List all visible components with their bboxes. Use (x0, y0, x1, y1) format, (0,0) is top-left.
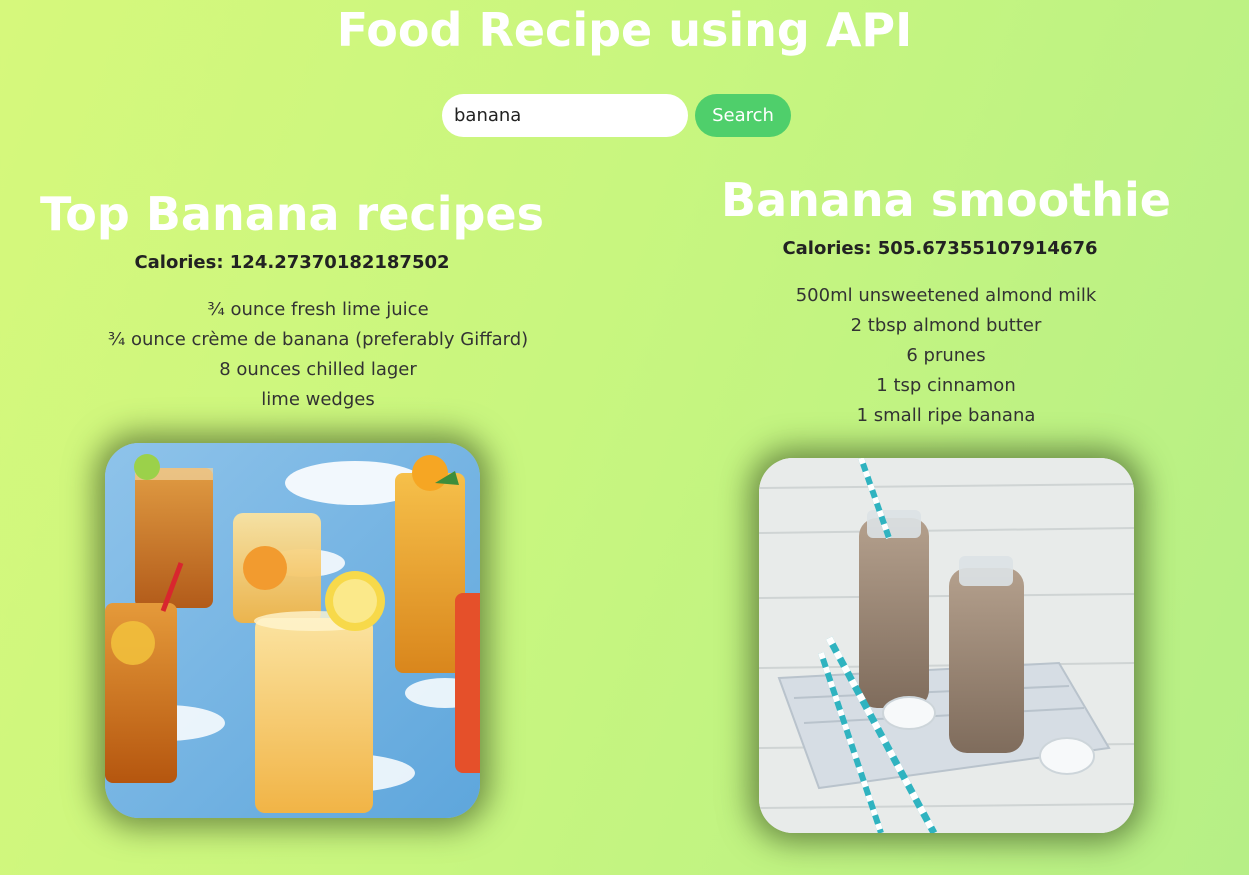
recipe-image-drinks (105, 443, 480, 818)
smoothie-bottles-photo (759, 458, 1134, 833)
recipe-image-smoothie (759, 458, 1134, 833)
search-button[interactable]: Search (695, 94, 791, 137)
search-input[interactable] (442, 94, 688, 137)
recipe-calories: Calories: 505.67355107914676 (782, 238, 1098, 259)
ingredient-item: 1 small ripe banana (856, 405, 1036, 426)
recipe-calories: Calories: 124.27370182187502 (134, 252, 450, 273)
recipe-card: Banana smoothie Calories: 505.6735510791… (636, 166, 1249, 431)
ingredient-list: ¾ ounce fresh lime juice ¾ ounce crème d… (0, 295, 636, 415)
search-bar: Search (442, 94, 791, 137)
ingredient-item: 6 prunes (906, 345, 986, 366)
iced-drinks-photo (105, 443, 480, 818)
ingredient-item: lime wedges (261, 389, 375, 410)
recipe-card: Top Banana recipes Calories: 124.2737018… (0, 180, 636, 415)
ingredient-item: 8 ounces chilled lager (219, 359, 417, 380)
ingredient-item: 1 tsp cinnamon (876, 375, 1016, 396)
ingredient-item: 2 tbsp almond butter (850, 315, 1042, 336)
ingredient-item: ¾ ounce crème de banana (preferably Giff… (107, 329, 529, 350)
ingredient-list: 500ml unsweetened almond milk 2 tbsp alm… (636, 281, 1249, 431)
ingredient-item: ¾ ounce fresh lime juice (207, 299, 429, 320)
page-title: Food Recipe using API (336, 3, 913, 57)
ingredient-item: 500ml unsweetened almond milk (795, 285, 1097, 306)
recipe-title: Top Banana recipes (40, 187, 544, 241)
recipe-title: Banana smoothie (721, 173, 1171, 227)
